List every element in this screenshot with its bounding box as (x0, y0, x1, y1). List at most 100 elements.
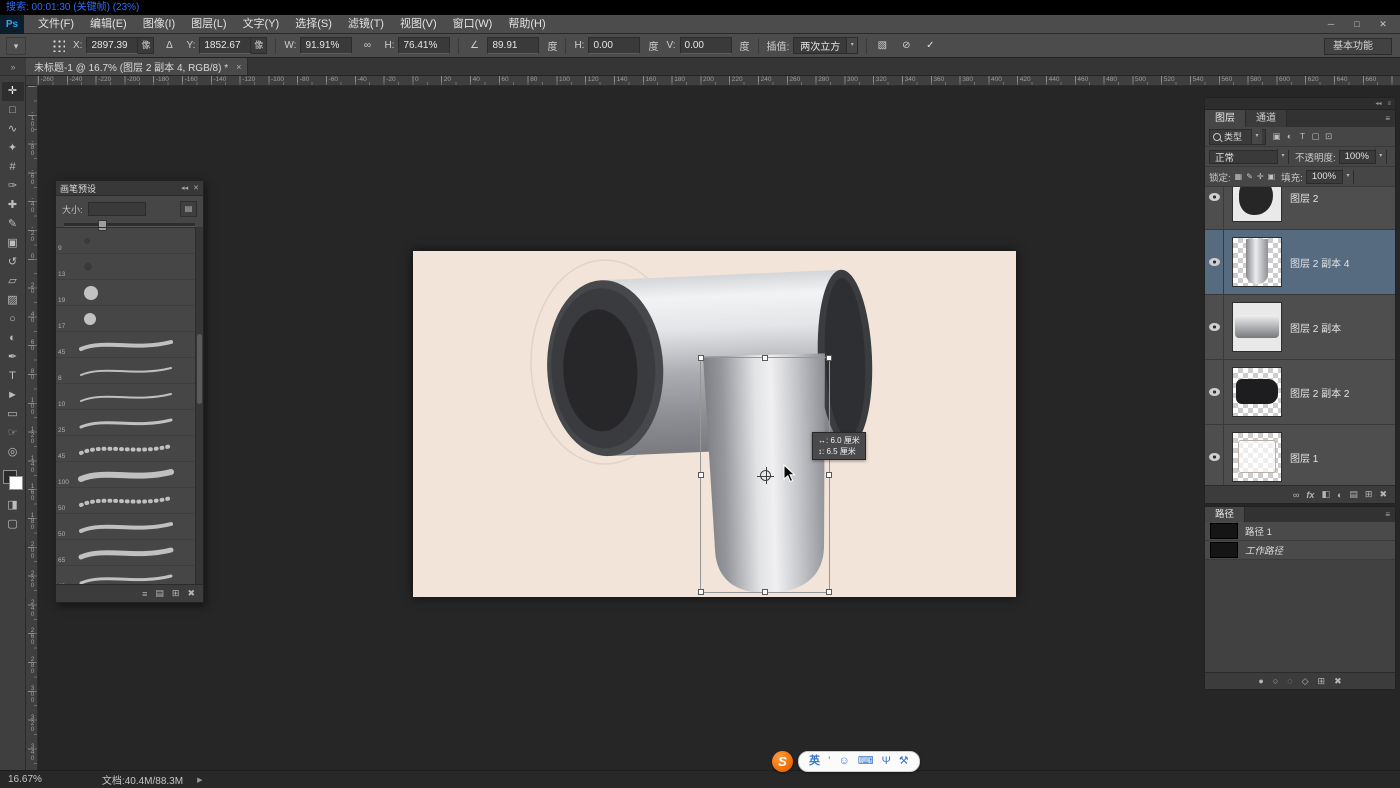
menu-item[interactable]: 图层(L) (183, 15, 234, 34)
x-position-field[interactable]: 2897.39 (86, 37, 138, 54)
layer-visibility-toggle[interactable] (1205, 230, 1224, 294)
menu-item[interactable]: 文字(Y) (235, 15, 288, 34)
path-row[interactable]: 工作路径 (1205, 541, 1395, 560)
transform-handle[interactable] (826, 589, 832, 595)
zoom-level-field[interactable]: 16.67% (8, 774, 42, 785)
new-path-icon[interactable]: ⊞ (1318, 676, 1326, 687)
transform-handle[interactable] (762, 355, 768, 361)
warp-mode-toggle[interactable]: ▧ (873, 38, 891, 54)
brush-preset[interactable]: 17 (56, 306, 195, 332)
filter-kind-select[interactable]: 类型 ▾ (1209, 129, 1266, 145)
transform-handle[interactable] (698, 355, 704, 361)
tab-layers[interactable]: 图层 (1205, 110, 1246, 127)
toolbar-collapse[interactable]: » (0, 58, 26, 76)
transform-handle[interactable] (826, 472, 832, 478)
crop-tool[interactable]: # (2, 158, 24, 177)
new-adjustment-layer-icon[interactable]: ◐ (1337, 490, 1342, 500)
tab-close-icon[interactable]: × (236, 62, 241, 72)
document-tab[interactable]: 未标题-1 @ 16.7% (图层 2 副本 4, RGB/8) * × (26, 58, 248, 75)
menu-item[interactable]: 滤镜(T) (340, 15, 392, 34)
brush-preset[interactable]: 19 (56, 280, 195, 306)
brush-list-view-icon[interactable]: ≡ (142, 589, 147, 599)
opacity-select[interactable]: 100% ▾ (1339, 150, 1387, 164)
lasso-tool[interactable]: ∿ (2, 120, 24, 139)
width-field[interactable]: 91.91% (300, 37, 352, 54)
layers-panel-menu-icon[interactable]: ≡ (1385, 114, 1395, 123)
ime-punctuation-icon[interactable]: ’ (828, 752, 830, 771)
brush-preset[interactable]: 8 (56, 358, 195, 384)
cancel-transform-button[interactable]: ⊘ (897, 38, 915, 54)
menu-item[interactable]: 图像(I) (135, 15, 183, 34)
new-brush-icon[interactable]: ⊞ (172, 588, 180, 599)
gradient-tool[interactable]: ▨ (2, 291, 24, 310)
menu-item[interactable]: 选择(S) (287, 15, 340, 34)
transform-handle[interactable] (826, 355, 832, 361)
layer-visibility-toggle[interactable] (1205, 425, 1224, 485)
layer-visibility-toggle[interactable] (1205, 295, 1224, 359)
clone-stamp-tool[interactable]: ▣ (2, 234, 24, 253)
panel-close-icon[interactable]: ✕ (193, 184, 199, 192)
document-canvas[interactable]: ↔: 6.0 厘米 ↕: 6.5 厘米 (413, 251, 1016, 597)
new-layer-icon[interactable]: ⊞ (1365, 489, 1373, 500)
marquee-tool[interactable]: □ (2, 101, 24, 120)
layer-visibility-toggle[interactable] (1205, 187, 1224, 229)
healing-brush-tool[interactable]: ✚ (2, 196, 24, 215)
menu-item[interactable]: 视图(V) (392, 15, 445, 34)
layer-row[interactable]: 图层 2 副本 4 (1205, 230, 1395, 295)
maintain-aspect-icon[interactable]: ∞ (358, 38, 376, 54)
close-button[interactable]: ✕ (1370, 15, 1396, 34)
vector-mask-icon[interactable]: ◇ (1302, 676, 1309, 687)
paths-panel-menu-icon[interactable]: ≡ (1385, 510, 1395, 519)
menu-item[interactable]: 帮助(H) (500, 15, 553, 34)
brush-preset[interactable]: 50 (56, 488, 195, 514)
fill-select[interactable]: 100% ▾ (1306, 170, 1354, 184)
delete-path-icon[interactable]: ✖ (1334, 676, 1342, 687)
layer-row[interactable]: 图层 2 (1205, 187, 1395, 230)
transform-handle[interactable] (698, 472, 704, 478)
panel-strip-menu-icon[interactable]: ≡ (1387, 101, 1391, 107)
ime-lang-indicator[interactable]: 英 (809, 752, 820, 771)
brush-panel-toggle-button[interactable]: ▤ (180, 201, 197, 217)
brush-preset[interactable]: 40 (56, 566, 195, 584)
tab-channels[interactable]: 通道 (1246, 110, 1287, 127)
layer-row[interactable]: 图层 2 副本 (1205, 295, 1395, 360)
path-row[interactable]: 路径 1 (1205, 522, 1395, 541)
eraser-tool[interactable]: ▱ (2, 272, 24, 291)
menu-item[interactable]: 文件(F) (30, 15, 82, 34)
move-tool[interactable]: ✛ (2, 82, 24, 101)
type-tool[interactable]: T (2, 367, 24, 386)
lock-position-icon[interactable]: ✛ (1257, 172, 1264, 181)
y-position-field[interactable]: 1852.67 (199, 37, 251, 54)
brush-thumbnail-view-icon[interactable]: ▤ (155, 588, 164, 599)
history-brush-tool[interactable]: ↺ (2, 253, 24, 272)
brush-preset[interactable]: 13 (56, 254, 195, 280)
tool-preset-picker[interactable]: ▾ (6, 37, 26, 55)
v-skew-field[interactable]: 0.00 (680, 37, 732, 54)
reference-point-locator[interactable] (52, 39, 65, 52)
relative-position-toggle[interactable]: Δ (160, 38, 178, 54)
layer-row[interactable]: 图层 1 (1205, 425, 1395, 485)
status-expand-icon[interactable]: ▶ (197, 776, 202, 784)
brush-preset[interactable]: 45 (56, 332, 195, 358)
zoom-tool[interactable]: ◎ (2, 443, 24, 462)
brush-preset[interactable]: 65 (56, 540, 195, 566)
rotation-field[interactable]: 89.91 (487, 37, 539, 54)
minimize-button[interactable]: ─ (1318, 15, 1344, 34)
screen-mode-button[interactable]: ▢ (2, 515, 24, 534)
delete-brush-icon[interactable]: ✖ (187, 588, 195, 599)
interpolation-select[interactable]: 两次立方 ▾ (793, 37, 858, 54)
ime-logo[interactable]: S (772, 751, 793, 772)
quick-selection-tool[interactable]: ✦ (2, 139, 24, 158)
tab-paths[interactable]: 路径 (1205, 507, 1245, 522)
blend-mode-select[interactable]: 正常 ▾ (1209, 150, 1289, 164)
add-layer-mask-icon[interactable]: ◧ (1321, 489, 1330, 500)
brush-preset[interactable]: 25 (56, 410, 195, 436)
lock-all-icon[interactable]: ▣ (1268, 172, 1276, 181)
dodge-tool[interactable]: ◐ (2, 329, 24, 348)
background-color-swatch[interactable] (9, 476, 23, 490)
brush-preset[interactable]: 45 (56, 436, 195, 462)
maximize-button[interactable]: □ (1344, 15, 1370, 34)
layer-visibility-toggle[interactable] (1205, 360, 1224, 424)
filter-adjustment-layers-icon[interactable]: ◐ (1283, 131, 1296, 142)
brush-tool[interactable]: ✎ (2, 215, 24, 234)
